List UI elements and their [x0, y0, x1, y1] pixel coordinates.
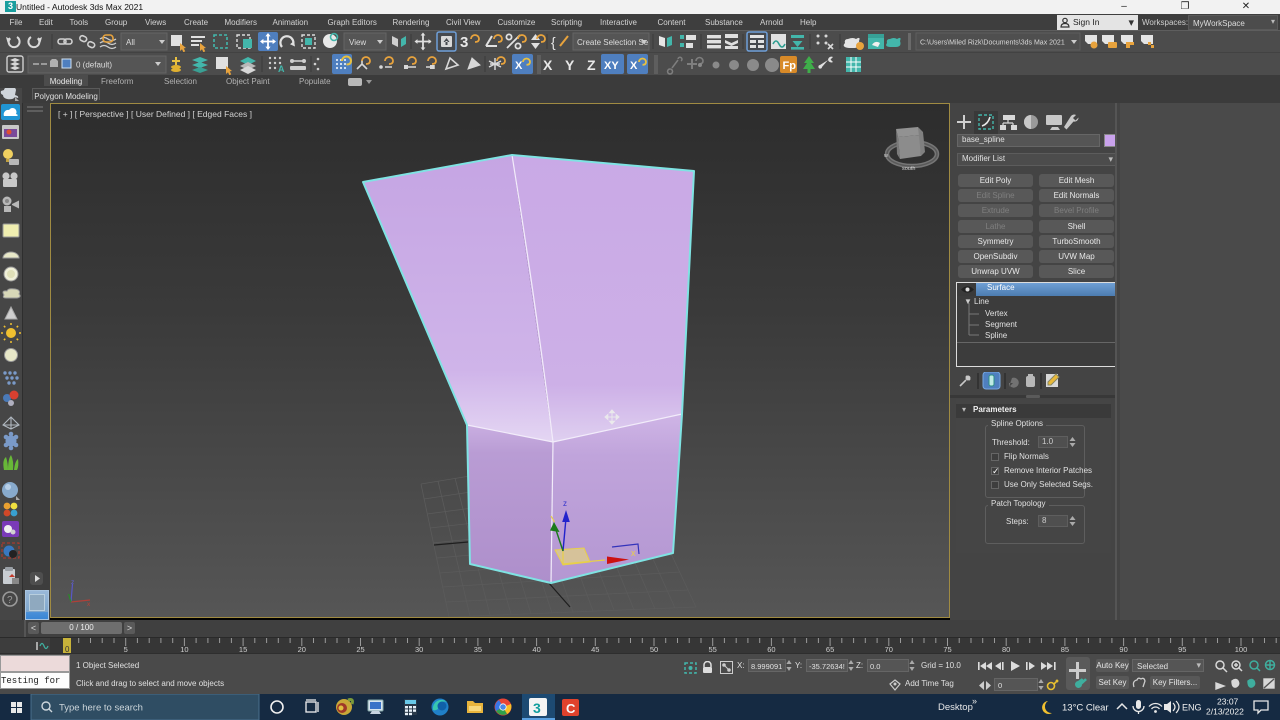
svg-text:13°C Clear: 13°C Clear [1062, 703, 1109, 714]
svg-text:Type here to search: Type here to search [59, 703, 143, 714]
svg-text:Desktop: Desktop [938, 702, 973, 713]
svg-text:23:07: 23:07 [1217, 697, 1239, 707]
svg-text:XY: XY [604, 60, 619, 72]
svg-text:C: C [566, 701, 576, 716]
svg-text:X: X [543, 57, 553, 73]
svg-text:z: z [563, 499, 567, 508]
svg-text:View: View [349, 38, 366, 47]
svg-text:X: X [515, 60, 523, 72]
svg-text:Create Selection Se: Create Selection Se [577, 38, 649, 47]
svg-text:A: A [278, 64, 285, 74]
svg-text:All: All [126, 38, 135, 47]
svg-text:0 (default): 0 (default) [76, 61, 112, 70]
svg-text:2/13/2022: 2/13/2022 [1206, 707, 1244, 717]
svg-text:C:\Users\Miled Rizk\Documents\: C:\Users\Miled Rizk\Documents\3ds Max 20… [920, 40, 1065, 47]
svg-text:[ + ] [ Perspective ] [ User D: [ + ] [ Perspective ] [ User Defined ] [… [58, 109, 252, 119]
svg-text:south: south [902, 166, 915, 172]
svg-text:x: x [87, 601, 91, 608]
svg-text:w: w [883, 153, 888, 159]
svg-text:z: z [71, 579, 74, 586]
svg-text:»: » [972, 696, 977, 706]
svg-text:?: ? [7, 595, 13, 606]
svg-text:Fp: Fp [783, 60, 797, 72]
svg-text:x: x [631, 548, 636, 558]
svg-text:X: X [630, 60, 638, 72]
svg-text:{: { [551, 34, 556, 50]
svg-text:Y: Y [565, 57, 575, 73]
svg-text:3: 3 [460, 34, 468, 51]
svg-text:3: 3 [533, 700, 541, 716]
svg-text:Z: Z [587, 57, 596, 73]
svg-text:ENG: ENG [1182, 703, 1202, 713]
